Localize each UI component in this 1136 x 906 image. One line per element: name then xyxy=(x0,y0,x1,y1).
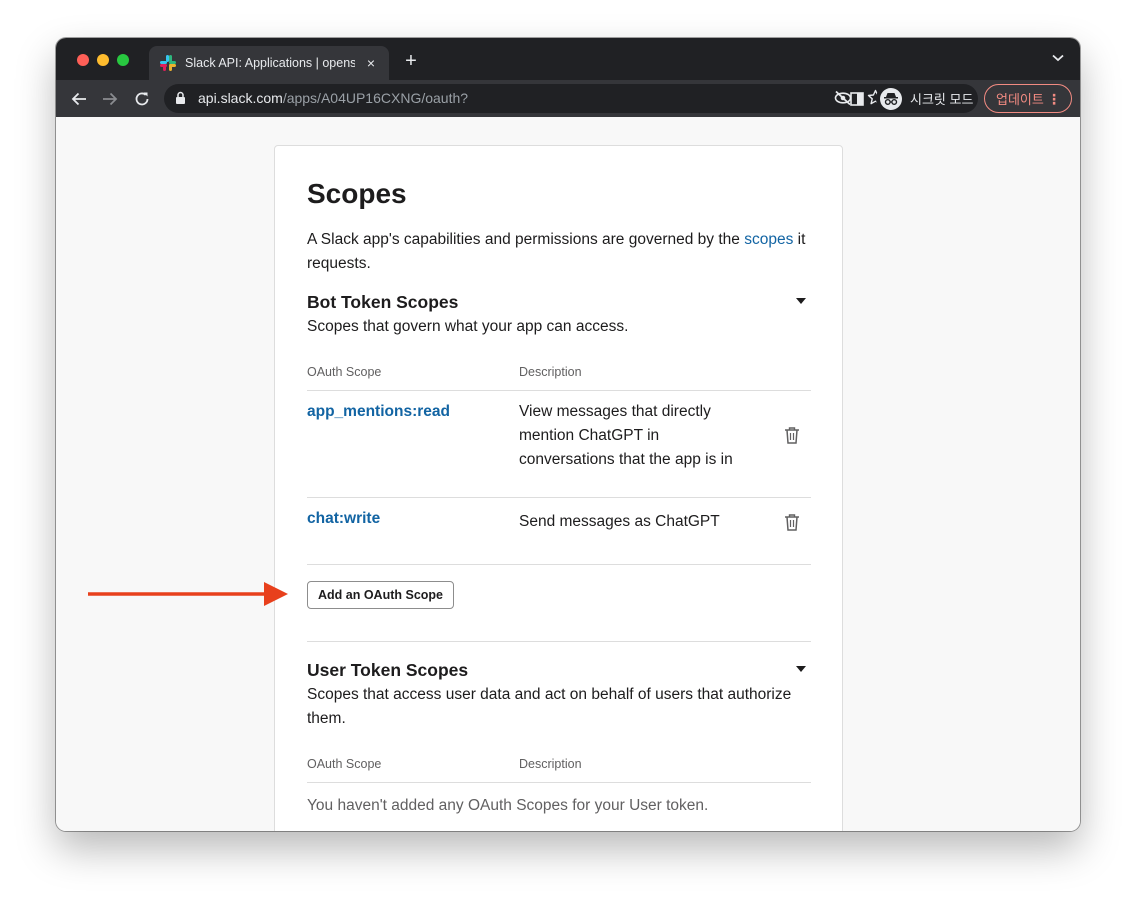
forward-arrow-icon xyxy=(103,92,118,106)
delete-scope-button[interactable] xyxy=(782,424,802,446)
page-viewport: Scopes A Slack app's capabilities and pe… xyxy=(56,117,1080,831)
url-path: /apps/A04UP16CXNG/oauth? xyxy=(282,90,469,106)
url-host: api.slack.com xyxy=(198,90,283,106)
divider xyxy=(307,497,811,498)
menu-dots-icon[interactable]: ⋮ xyxy=(1047,91,1061,107)
minimize-window-button[interactable] xyxy=(97,54,109,66)
incognito-label: 시크릿 모드 xyxy=(910,92,974,107)
no-user-scopes-message: You haven't added any OAuth Scopes for y… xyxy=(307,797,709,814)
delete-scope-button[interactable] xyxy=(782,511,802,533)
bot-token-scopes-subtitle: Scopes that govern what your app can acc… xyxy=(307,318,629,335)
user-col-oauth-scope: OAuth Scope xyxy=(307,757,382,771)
update-label: 업데이트 xyxy=(996,92,1044,107)
lock-icon[interactable] xyxy=(175,91,186,105)
intro-text-start: A Slack app's capabilities and permissio… xyxy=(307,231,745,248)
scopes-link[interactable]: scopes xyxy=(744,231,793,248)
section-divider xyxy=(307,641,811,642)
bot-col-description: Description xyxy=(519,365,582,379)
user-token-scopes-title: User Token Scopes xyxy=(307,660,469,680)
incognito-icon xyxy=(880,87,902,110)
back-arrow-icon xyxy=(71,92,86,106)
reload-icon xyxy=(135,92,149,106)
scopes-card: Scopes A Slack app's capabilities and pe… xyxy=(274,145,843,831)
scope-description-chat-write: Send messages as ChatGPT xyxy=(519,513,720,530)
incognito-indicator[interactable]: 시크릿 모드 xyxy=(876,84,978,113)
divider xyxy=(307,564,811,565)
browser-toolbar: api.slack.com/apps/A04UP16CXNG/oauth? 시크… xyxy=(56,80,1080,117)
reload-button[interactable] xyxy=(131,88,153,110)
bot-col-oauth-scope: OAuth Scope xyxy=(307,365,382,379)
scope-name-app-mentions-read[interactable]: app_mentions:read xyxy=(307,403,450,421)
address-bar[interactable]: api.slack.com/apps/A04UP16CXNG/oauth? xyxy=(164,84,902,113)
back-button[interactable] xyxy=(68,88,90,110)
page-title: Scopes xyxy=(307,178,407,209)
bot-scopes-collapse-caret-icon[interactable] xyxy=(795,297,807,305)
bot-token-scopes-title: Bot Token Scopes xyxy=(307,292,459,312)
tab-title: Slack API: Applications | opens xyxy=(185,56,355,70)
divider xyxy=(307,390,811,391)
side-panel-icon[interactable] xyxy=(850,92,864,106)
forward-button[interactable] xyxy=(99,88,121,110)
tab-strip: Slack API: Applications | opens × + xyxy=(56,38,1080,80)
user-scopes-collapse-caret-icon[interactable] xyxy=(795,665,807,673)
close-window-button[interactable] xyxy=(77,54,89,66)
active-tab[interactable]: Slack API: Applications | opens × xyxy=(149,46,389,80)
trash-icon xyxy=(785,427,799,444)
user-col-description: Description xyxy=(519,757,582,771)
slack-logo-icon xyxy=(160,55,176,71)
scope-name-chat-write[interactable]: chat:write xyxy=(307,510,380,528)
trash-icon xyxy=(785,514,799,531)
add-oauth-scope-button[interactable]: Add an OAuth Scope xyxy=(307,581,454,609)
browser-window: Slack API: Applications | opens × + api.… xyxy=(56,38,1080,831)
tab-search-chevron-icon[interactable] xyxy=(1052,54,1064,62)
zoom-window-button[interactable] xyxy=(117,54,129,66)
update-button[interactable]: 업데이트 ⋮ xyxy=(984,84,1072,113)
new-tab-button[interactable]: + xyxy=(400,50,422,72)
divider xyxy=(307,782,811,783)
tab-close-icon[interactable]: × xyxy=(363,55,379,71)
url-text[interactable]: api.slack.com/apps/A04UP16CXNG/oauth? xyxy=(198,90,468,106)
user-token-scopes-subtitle: Scopes that access user data and act on … xyxy=(307,686,792,727)
annotation-arrow-icon xyxy=(88,582,288,606)
scope-description-app-mentions-read: View messages that directly mention Chat… xyxy=(519,403,733,468)
intro-text: A Slack app's capabilities and permissio… xyxy=(307,228,811,276)
